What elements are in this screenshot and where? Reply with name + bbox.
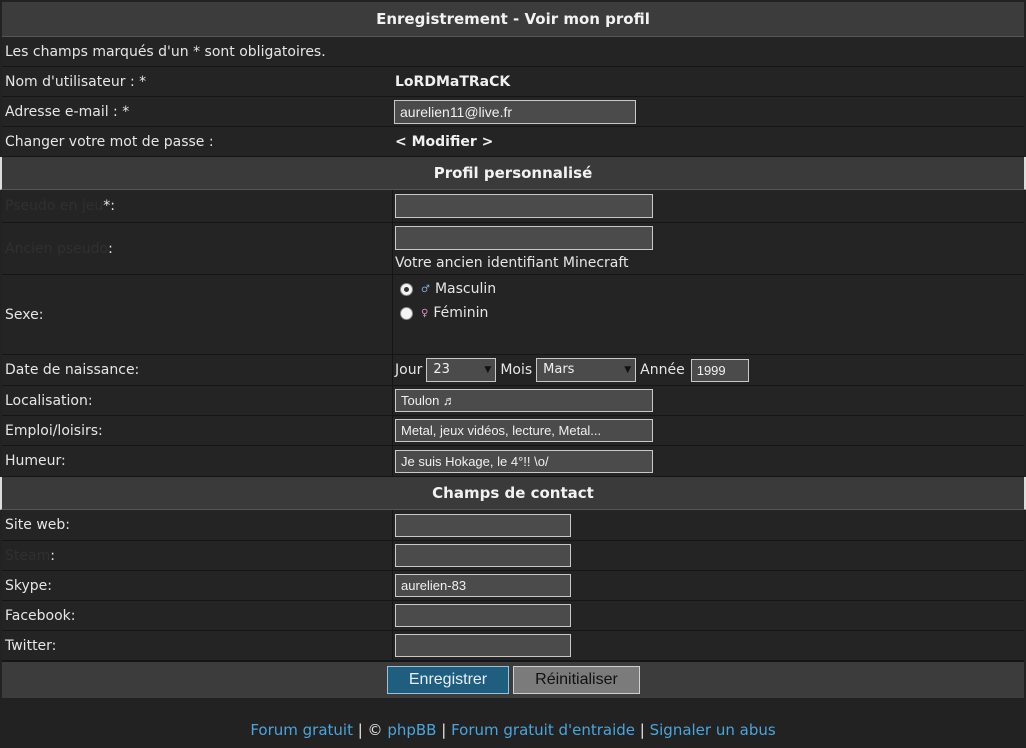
email-row: Adresse e-mail : * [2,97,1024,127]
sex-row: Sexe: ♂ Masculin ♀ Féminin [2,275,1024,355]
mood-label: Humeur: [5,453,66,469]
old-pseudo-row: Ancien pseudo : Votre ancien identifiant… [2,223,1024,275]
username-value: LoRDMaTRaCK [395,73,511,90]
modify-password-link[interactable]: < Modifier > [395,134,493,150]
skype-row: Skype: [2,571,1024,601]
male-label: Masculin [434,281,497,297]
page-title: Enregistrement - Voir mon profil [2,2,1024,37]
old-pseudo-label-suffix: : [108,240,113,257]
password-row: Changer votre mot de passe : < Modifier … [2,127,1024,157]
hobbies-label: Emploi/loisirs: [5,422,103,439]
mood-row: Humeur: [2,446,1024,477]
day-select[interactable]: 23 ▼ [426,358,497,382]
website-row: Site web: [2,510,1024,541]
month-select[interactable]: Mars ▼ [536,358,637,382]
email-label: Adresse e-mail : * [5,103,130,120]
footer-separator: | [635,721,650,739]
facebook-field[interactable] [395,604,571,627]
hidden-contact-label-suffix: : [50,547,55,564]
hidden-contact-field[interactable] [395,544,571,567]
sex-option-female[interactable]: ♀ Féminin [393,301,488,325]
hobbies-row: Emploi/loisirs: [2,416,1024,446]
birthdate-label: Date de naissance: [5,362,140,378]
footer: Forum gratuit | © phpBB | Forum gratuit … [0,721,1026,739]
chevron-down-icon: ▼ [484,365,492,375]
day-label: Jour [395,362,423,378]
footer-link-forum-gratuit[interactable]: Forum gratuit [250,721,353,739]
email-field[interactable] [394,99,636,124]
year-field[interactable] [690,358,749,382]
location-label: Localisation: [5,392,93,409]
female-label: Féminin [433,305,489,321]
pseudo-label: Pseudo en jeu *: [5,190,115,222]
pseudo-row: Pseudo en jeu *: [2,190,1024,223]
hidden-contact-label: Steam: [5,541,55,570]
footer-separator: | [436,721,452,739]
skype-field[interactable] [395,574,571,597]
footer-link-phpbb[interactable]: phpBB [387,721,436,739]
save-button[interactable]: Enregistrer [387,666,509,694]
reset-button[interactable]: Réinitialiser [513,666,640,694]
hidden-contact-row: Steam: [2,541,1024,571]
password-label: Changer votre mot de passe : [5,133,214,150]
pseudo-label-suffix: *: [103,198,115,214]
twitter-field[interactable] [395,634,571,657]
website-field[interactable] [395,513,571,537]
year-label: Année [640,362,685,378]
hobbies-field[interactable] [395,419,653,442]
chevron-down-icon: ▼ [624,365,632,375]
female-radio[interactable] [400,306,413,320]
month-value: Mars [543,362,575,377]
sex-option-male[interactable]: ♂ Masculin [393,277,496,301]
location-row: Localisation: [2,386,1024,416]
location-field[interactable] [395,389,653,412]
required-notice: Les champs marqués d'un * sont obligatoi… [5,43,326,60]
facebook-label: Facebook: [5,607,76,624]
twitter-label: Twitter: [5,637,57,654]
old-pseudo-hint: Votre ancien identifiant Minecraft [395,255,629,271]
old-pseudo-label-text: Ancien pseudo [5,240,109,257]
username-label: Nom d'utilisateur : * [5,73,147,90]
facebook-row: Facebook: [2,601,1024,631]
pseudo-label-text: Pseudo en jeu [5,198,104,214]
username-row: Nom d'utilisateur : * LoRDMaTRaCK [2,67,1024,97]
form-actions: Enregistrer Réinitialiser [2,661,1024,698]
day-value: 23 [433,362,450,377]
old-pseudo-field[interactable] [395,226,653,250]
notice-row: Les champs marqués d'un * sont obligatoi… [2,37,1024,67]
footer-link-entraide[interactable]: Forum gratuit d'entraide [451,721,635,739]
birthdate-row: Date de naissance: Jour 23 ▼ Mois Mars ▼ A… [2,355,1024,386]
twitter-row: Twitter: [2,631,1024,661]
old-pseudo-label: Ancien pseudo : [5,223,113,274]
female-icon: ♀ [421,307,429,319]
month-label: Mois [500,362,533,378]
skype-label: Skype: [5,577,52,594]
male-radio[interactable] [400,282,413,296]
footer-link-report-abuse[interactable]: Signaler un abus [650,721,776,739]
website-label: Site web: [5,517,70,533]
pseudo-field[interactable] [395,194,653,218]
contact-section-title: Champs de contact [0,477,1026,510]
hidden-contact-label-text: Steam [5,547,51,564]
profile-section-title: Profil personnalisé [0,157,1026,190]
sex-label: Sexe: [5,306,44,323]
mood-field[interactable] [395,449,653,473]
footer-separator: | © [352,721,388,739]
male-icon: ♂ [421,283,430,295]
